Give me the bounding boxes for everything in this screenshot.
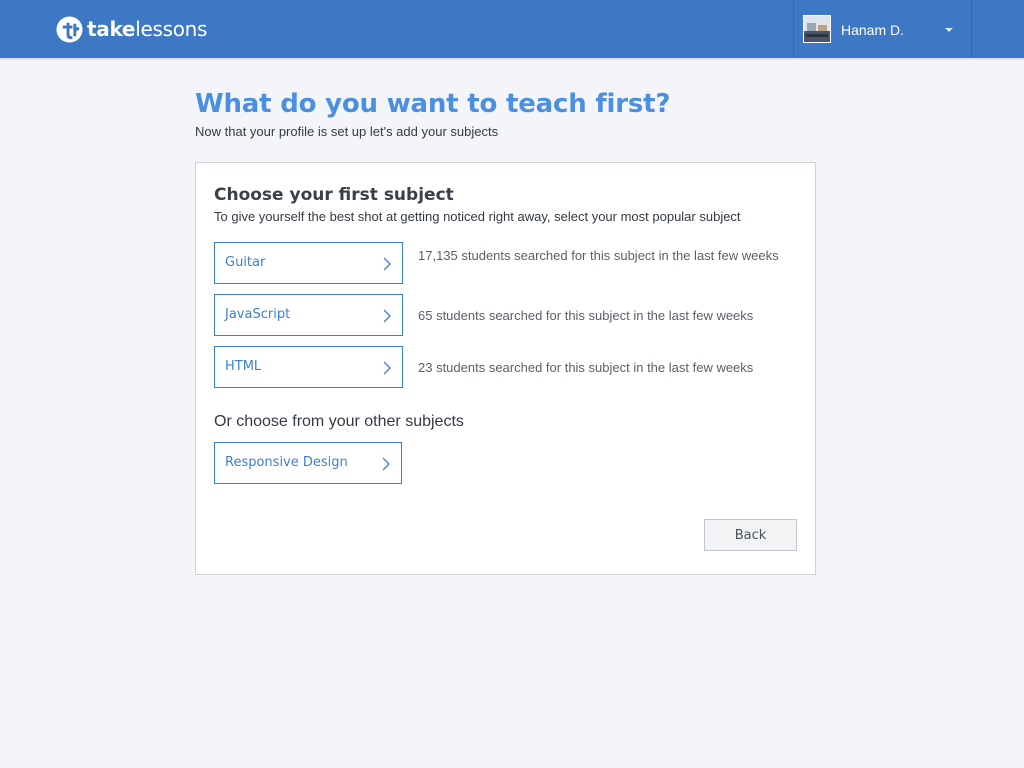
subject-button-label: HTML	[225, 359, 262, 374]
subject-button-html[interactable]: HTML	[214, 346, 403, 388]
chevron-right-icon	[383, 257, 391, 271]
page-subtitle: Now that your profile is set up let's ad…	[195, 124, 499, 139]
subject-button-javascript[interactable]: JavaScript	[214, 294, 403, 336]
subject-search-count: 17,135 students searched for this subjec…	[418, 248, 779, 263]
subject-button-responsive-design[interactable]: Responsive Design	[214, 442, 402, 484]
subject-selection-card: Choose your first subject To give yourse…	[195, 162, 816, 575]
subject-search-count: 65 students searched for this subject in…	[418, 308, 754, 323]
other-subjects-heading: Or choose from your other subjects	[214, 413, 464, 430]
back-button[interactable]: Back	[704, 519, 797, 551]
top-navigation-bar: takelessons Hanam D.	[0, 0, 1024, 58]
avatar-image-icon	[804, 16, 830, 42]
card-title: Choose your first subject	[214, 185, 454, 205]
takelessons-logo[interactable]: takelessons	[56, 14, 207, 44]
user-avatar	[803, 15, 831, 43]
subject-button-label: Responsive Design	[225, 455, 348, 470]
takelessons-logo-icon	[56, 15, 83, 43]
subject-search-count: 23 students searched for this subject in…	[418, 360, 754, 375]
user-name: Hanam D.	[841, 22, 905, 38]
subject-button-label: Guitar	[225, 255, 266, 270]
chevron-right-icon	[383, 309, 391, 323]
card-description: To give yourself the best shot at gettin…	[214, 209, 741, 224]
chevron-right-icon	[383, 361, 391, 375]
user-account-menu[interactable]: Hanam D.	[793, 0, 972, 58]
subject-button-guitar[interactable]: Guitar	[214, 242, 403, 284]
takelessons-wordmark: takelessons	[87, 17, 208, 41]
chevron-down-icon[interactable]	[945, 28, 953, 32]
chevron-right-icon	[382, 457, 390, 471]
subject-button-label: JavaScript	[225, 307, 291, 322]
page-title: What do you want to teach first?	[195, 89, 671, 119]
